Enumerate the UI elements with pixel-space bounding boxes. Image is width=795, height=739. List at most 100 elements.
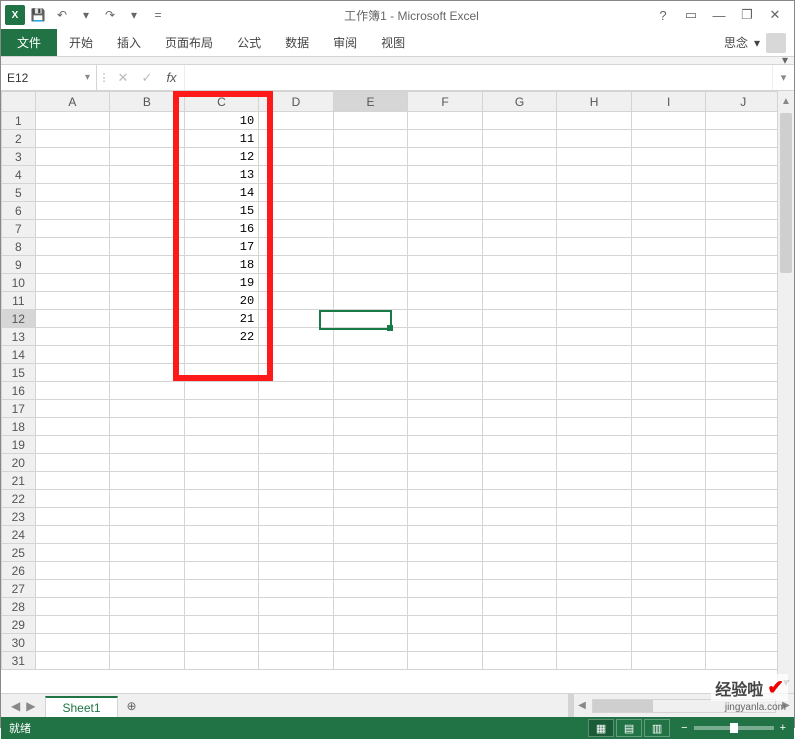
row-header-22[interactable]: 22 xyxy=(2,490,36,508)
cell-H27[interactable] xyxy=(557,580,632,598)
cell-E12[interactable] xyxy=(333,310,408,328)
cell-J7[interactable] xyxy=(706,220,777,238)
col-header-H[interactable]: H xyxy=(557,92,632,112)
cell-J26[interactable] xyxy=(706,562,777,580)
cell-B23[interactable] xyxy=(110,508,185,526)
cell-A11[interactable] xyxy=(35,292,110,310)
cell-J30[interactable] xyxy=(706,634,777,652)
cell-I4[interactable] xyxy=(631,166,706,184)
cell-E11[interactable] xyxy=(333,292,408,310)
view-normal-button[interactable]: ▦ xyxy=(588,719,614,737)
cell-B16[interactable] xyxy=(110,382,185,400)
cell-H25[interactable] xyxy=(557,544,632,562)
cell-H20[interactable] xyxy=(557,454,632,472)
cell-J3[interactable] xyxy=(706,148,777,166)
col-header-J[interactable]: J xyxy=(706,92,777,112)
row-header-17[interactable]: 17 xyxy=(2,400,36,418)
cell-F4[interactable] xyxy=(408,166,483,184)
vertical-scrollbar[interactable]: ▲ ▼ xyxy=(777,91,794,693)
cell-B28[interactable] xyxy=(110,598,185,616)
cell-B4[interactable] xyxy=(110,166,185,184)
cell-B25[interactable] xyxy=(110,544,185,562)
cell-J29[interactable] xyxy=(706,616,777,634)
cell-G24[interactable] xyxy=(482,526,557,544)
col-header-B[interactable]: B xyxy=(110,92,185,112)
col-header-F[interactable]: F xyxy=(408,92,483,112)
cell-B12[interactable] xyxy=(110,310,185,328)
cell-B22[interactable] xyxy=(110,490,185,508)
cell-I2[interactable] xyxy=(631,130,706,148)
cell-A1[interactable] xyxy=(35,112,110,130)
cell-D19[interactable] xyxy=(259,436,334,454)
cell-F17[interactable] xyxy=(408,400,483,418)
cell-A23[interactable] xyxy=(35,508,110,526)
cell-I27[interactable] xyxy=(631,580,706,598)
cell-G6[interactable] xyxy=(482,202,557,220)
cell-C4[interactable]: 13 xyxy=(184,166,259,184)
cell-J17[interactable] xyxy=(706,400,777,418)
cell-D13[interactable] xyxy=(259,328,334,346)
view-page-layout-button[interactable]: ▤ xyxy=(616,719,642,737)
cell-H3[interactable] xyxy=(557,148,632,166)
col-header-D[interactable]: D xyxy=(259,92,334,112)
tab-data[interactable]: 数据 xyxy=(273,29,321,56)
help-button[interactable]: ? xyxy=(650,4,676,26)
row-header-28[interactable]: 28 xyxy=(2,598,36,616)
account-area[interactable]: 思念 ▾ xyxy=(724,29,794,56)
cell-J23[interactable] xyxy=(706,508,777,526)
cell-D11[interactable] xyxy=(259,292,334,310)
cell-H24[interactable] xyxy=(557,526,632,544)
sheet-tab-sheet1[interactable]: Sheet1 xyxy=(45,696,117,717)
cell-D4[interactable] xyxy=(259,166,334,184)
cell-C26[interactable] xyxy=(184,562,259,580)
cell-C6[interactable]: 15 xyxy=(184,202,259,220)
hscroll-left-arrow[interactable]: ◀ xyxy=(574,700,590,711)
cell-D22[interactable] xyxy=(259,490,334,508)
cell-E22[interactable] xyxy=(333,490,408,508)
cell-G25[interactable] xyxy=(482,544,557,562)
cell-A6[interactable] xyxy=(35,202,110,220)
cell-D20[interactable] xyxy=(259,454,334,472)
col-header-I[interactable]: I xyxy=(631,92,706,112)
zoom-slider-thumb[interactable] xyxy=(730,723,738,733)
cell-C20[interactable] xyxy=(184,454,259,472)
cell-A15[interactable] xyxy=(35,364,110,382)
cell-I8[interactable] xyxy=(631,238,706,256)
cell-I7[interactable] xyxy=(631,220,706,238)
cell-E16[interactable] xyxy=(333,382,408,400)
cell-C21[interactable] xyxy=(184,472,259,490)
cell-J18[interactable] xyxy=(706,418,777,436)
cell-F6[interactable] xyxy=(408,202,483,220)
cell-A13[interactable] xyxy=(35,328,110,346)
cell-G16[interactable] xyxy=(482,382,557,400)
cell-F8[interactable] xyxy=(408,238,483,256)
cell-B5[interactable] xyxy=(110,184,185,202)
cell-F15[interactable] xyxy=(408,364,483,382)
row-header-8[interactable]: 8 xyxy=(2,238,36,256)
qat-equals[interactable]: = xyxy=(147,4,169,26)
cell-D12[interactable] xyxy=(259,310,334,328)
cell-H15[interactable] xyxy=(557,364,632,382)
cell-F7[interactable] xyxy=(408,220,483,238)
cell-I23[interactable] xyxy=(631,508,706,526)
row-header-15[interactable]: 15 xyxy=(2,364,36,382)
row-header-19[interactable]: 19 xyxy=(2,436,36,454)
cell-G23[interactable] xyxy=(482,508,557,526)
cell-F30[interactable] xyxy=(408,634,483,652)
cell-G4[interactable] xyxy=(482,166,557,184)
cell-H26[interactable] xyxy=(557,562,632,580)
cell-H23[interactable] xyxy=(557,508,632,526)
cell-A8[interactable] xyxy=(35,238,110,256)
row-header-20[interactable]: 20 xyxy=(2,454,36,472)
cell-C29[interactable] xyxy=(184,616,259,634)
cell-G28[interactable] xyxy=(482,598,557,616)
insert-function-button[interactable]: fx xyxy=(159,65,185,90)
cell-J9[interactable] xyxy=(706,256,777,274)
cell-F10[interactable] xyxy=(408,274,483,292)
cell-I9[interactable] xyxy=(631,256,706,274)
cell-H18[interactable] xyxy=(557,418,632,436)
cell-E20[interactable] xyxy=(333,454,408,472)
cell-E7[interactable] xyxy=(333,220,408,238)
cell-J8[interactable] xyxy=(706,238,777,256)
cell-I31[interactable] xyxy=(631,652,706,670)
